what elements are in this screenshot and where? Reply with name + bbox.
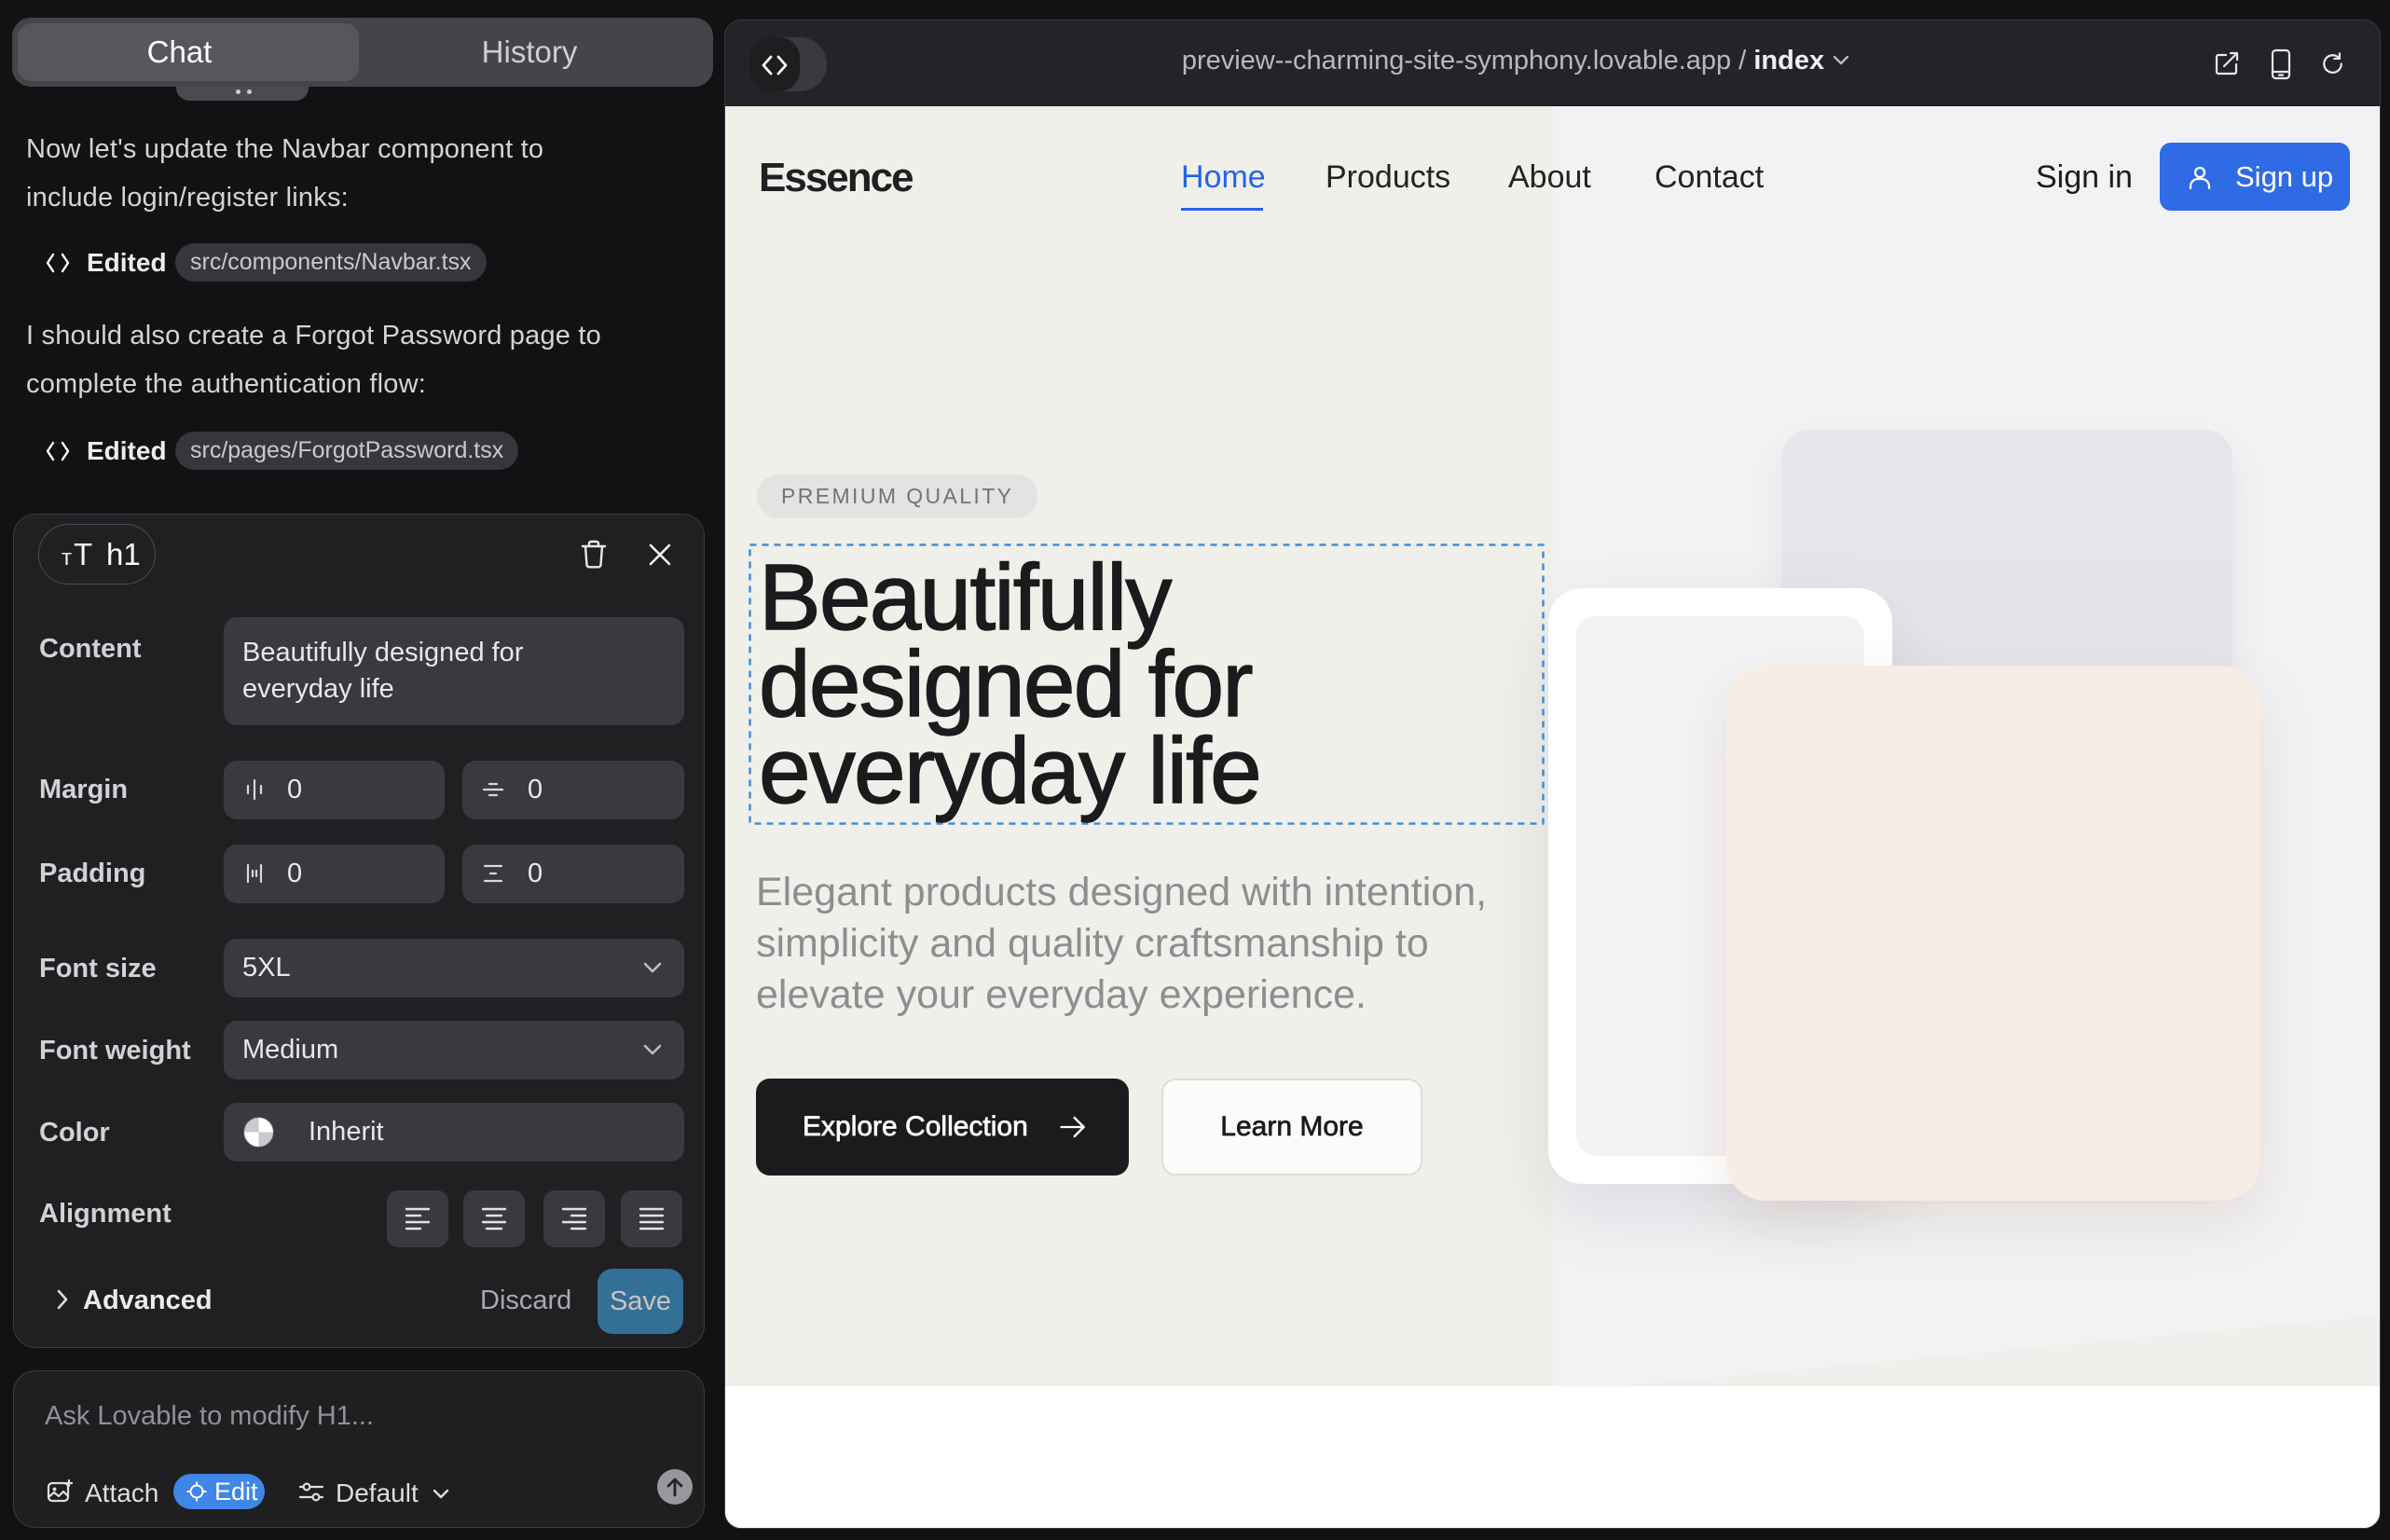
svg-text:т: т	[62, 545, 72, 571]
svg-text:T: T	[74, 538, 92, 571]
